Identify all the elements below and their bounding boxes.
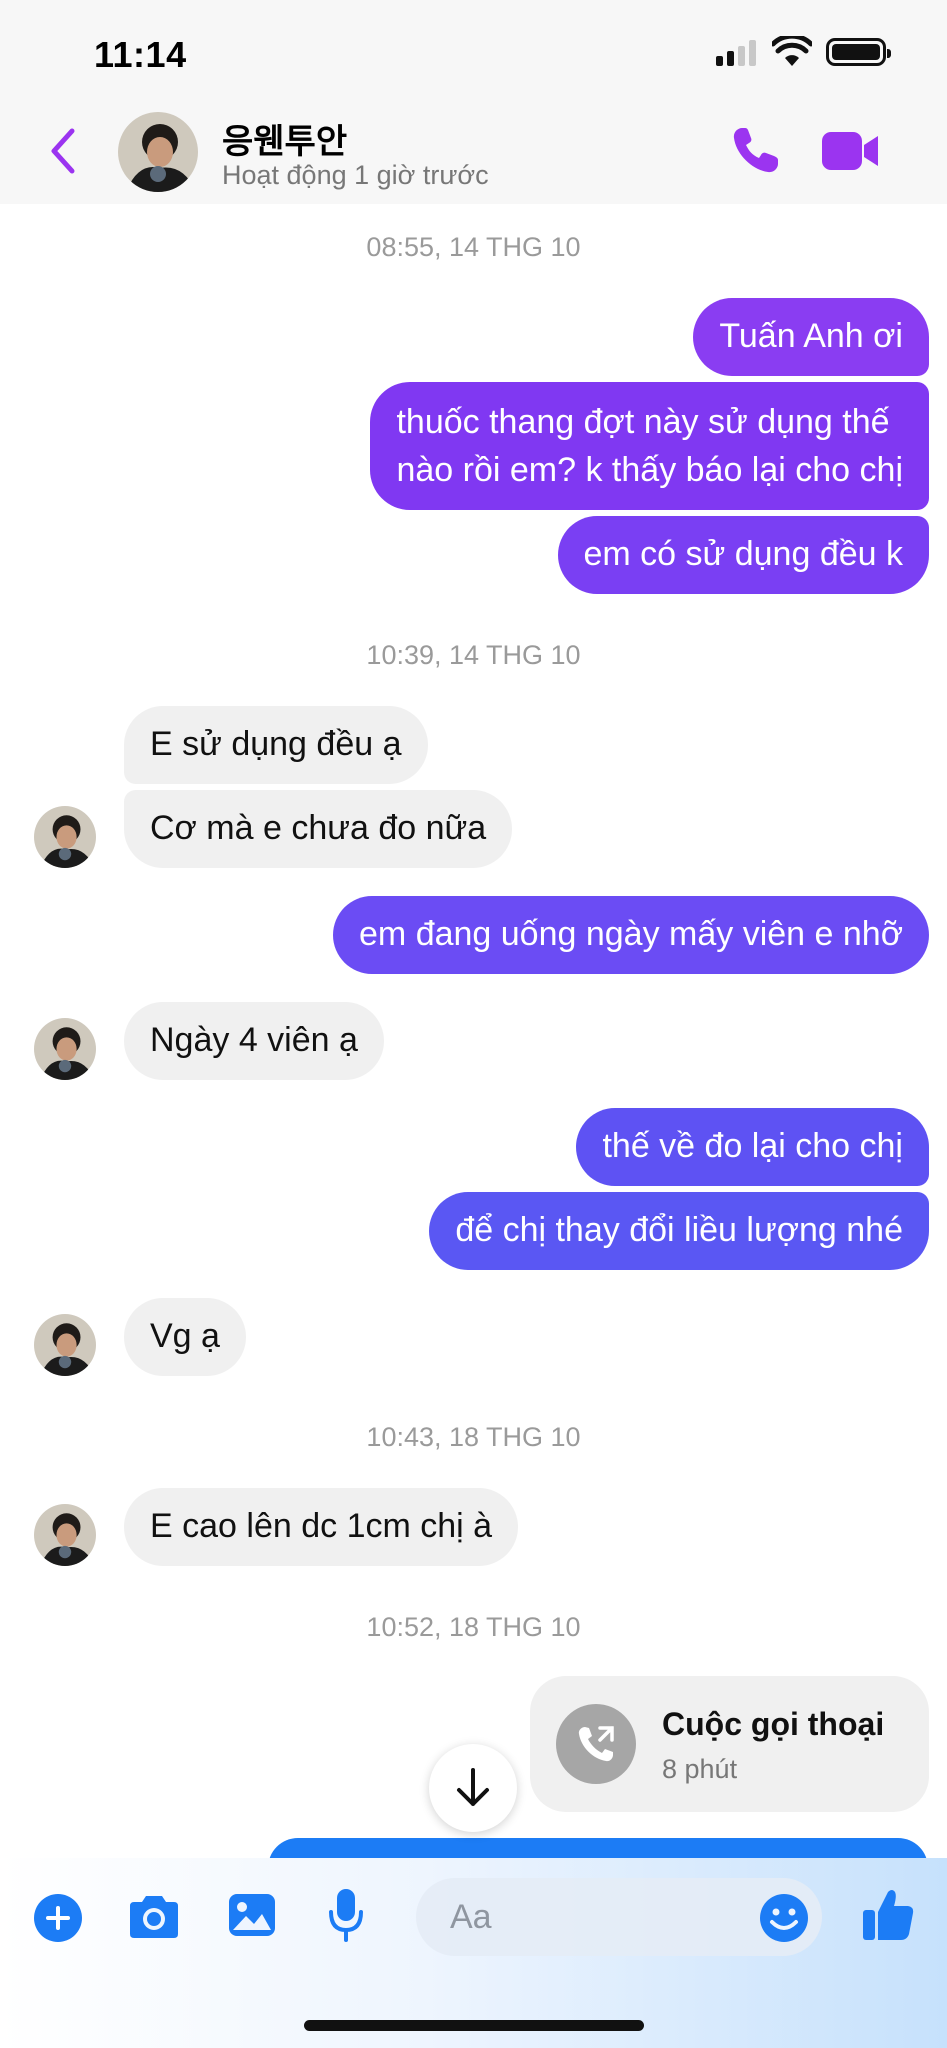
emoji-icon[interactable] bbox=[758, 1892, 810, 1944]
contact-name[interactable]: 응웬투안 bbox=[222, 114, 347, 163]
message-incoming[interactable]: Vg ạ bbox=[124, 1298, 246, 1376]
avatar[interactable] bbox=[34, 806, 96, 868]
avatar[interactable] bbox=[118, 112, 198, 192]
status-time: 11:14 bbox=[94, 34, 187, 75]
mic-icon[interactable] bbox=[326, 1886, 366, 1944]
message-outgoing[interactable]: thuốc thang đợt này sử dụng thế nào rồi … bbox=[370, 382, 929, 510]
image-icon[interactable] bbox=[226, 1890, 278, 1940]
back-icon[interactable] bbox=[44, 126, 84, 176]
arrow-down-icon bbox=[457, 1768, 489, 1806]
video-icon[interactable] bbox=[820, 128, 882, 174]
voice-call-card[interactable]: Cuộc gọi thoại 8 phút bbox=[530, 1676, 929, 1812]
call-duration: 8 phút bbox=[662, 1754, 738, 1784]
activity-status: Hoạt động 1 giờ trước bbox=[222, 160, 489, 190]
message-incoming[interactable]: E sử dụng đều ạ bbox=[124, 706, 428, 784]
message-incoming[interactable]: E cao lên dc 1cm chị à bbox=[124, 1488, 519, 1566]
home-indicator bbox=[304, 2020, 644, 2031]
message-line: thuốc thang đợt này sử dụng thế bbox=[396, 403, 890, 441]
message-outgoing[interactable]: em có sử dụng đều k bbox=[557, 516, 929, 594]
avatar[interactable] bbox=[34, 1504, 96, 1566]
message-outgoing[interactable]: để chị thay đổi liều lượng nhé bbox=[429, 1192, 929, 1270]
message-input-placeholder: Aa bbox=[450, 1898, 492, 1936]
thumbs-up-icon[interactable] bbox=[860, 1886, 916, 1944]
status-bar: 11:14 bbox=[0, 0, 947, 100]
timestamp: 10:43, 18 THG 10 bbox=[366, 1422, 581, 1452]
plus-icon[interactable] bbox=[34, 1894, 82, 1942]
timestamp: 10:39, 14 THG 10 bbox=[366, 640, 581, 670]
message-outgoing[interactable]: em đang uống ngày mấy viên e nhỡ bbox=[333, 896, 929, 974]
scroll-to-bottom-button[interactable] bbox=[429, 1744, 517, 1832]
chat-header: 응웬투안 Hoạt động 1 giờ trước bbox=[0, 100, 947, 204]
signal-icon bbox=[716, 40, 756, 66]
timestamp: 10:52, 18 THG 10 bbox=[366, 1612, 581, 1642]
avatar[interactable] bbox=[34, 1018, 96, 1080]
message-outgoing[interactable]: Tuấn Anh ơi bbox=[693, 298, 929, 376]
message-incoming[interactable]: Cơ mà e chưa đo nữa bbox=[124, 790, 513, 868]
message-incoming[interactable]: Ngày 4 viên ạ bbox=[124, 1002, 384, 1080]
battery-icon bbox=[826, 38, 891, 66]
phone-icon[interactable] bbox=[728, 124, 782, 178]
call-out-icon bbox=[556, 1704, 636, 1784]
timestamp: 08:55, 14 THG 10 bbox=[366, 232, 581, 262]
avatar[interactable] bbox=[34, 1314, 96, 1376]
call-title: Cuộc gọi thoại bbox=[662, 1706, 885, 1742]
message-outgoing[interactable]: thế về đo lại cho chị bbox=[576, 1108, 929, 1186]
message-line: nào rồi em? k thấy báo lại cho chị bbox=[396, 451, 903, 489]
wifi-icon bbox=[772, 36, 812, 66]
camera-icon[interactable] bbox=[126, 1892, 182, 1942]
